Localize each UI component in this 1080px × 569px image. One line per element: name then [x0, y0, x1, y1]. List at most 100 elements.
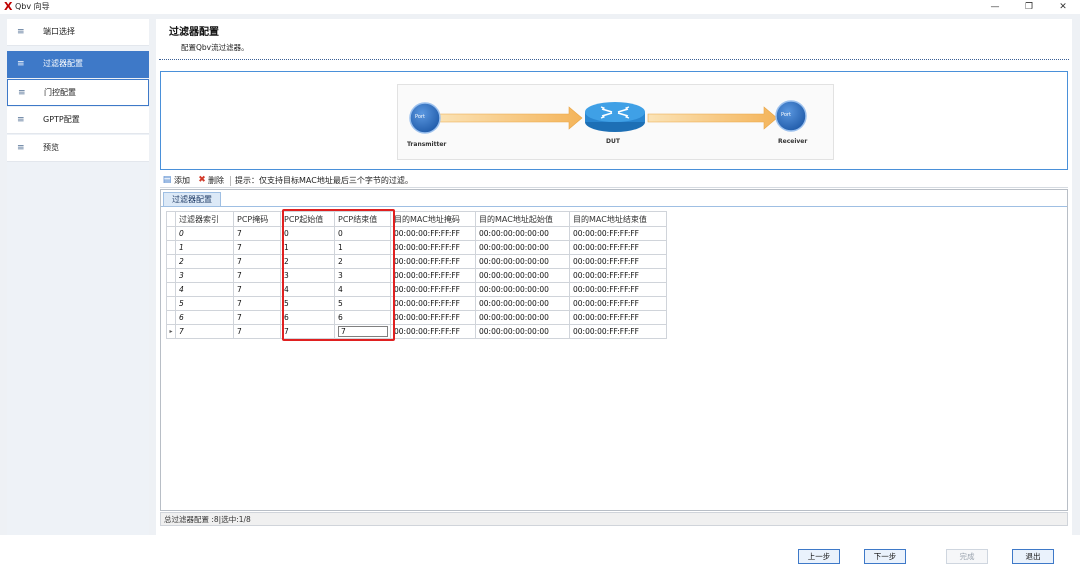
table-cell[interactable]: 1 — [175, 240, 234, 255]
row-header[interactable] — [166, 296, 176, 311]
table-row[interactable]: 2 7 2 2 00:00:00:FF:FF:FF 00:00:00:00:00… — [166, 254, 667, 269]
table-cell[interactable]: 00:00:00:FF:FF:FF — [569, 254, 667, 269]
table-cell[interactable]: 00:00:00:FF:FF:FF — [390, 268, 476, 283]
table-cell[interactable]: 7 — [175, 324, 234, 339]
row-header[interactable] — [166, 254, 176, 269]
row-header[interactable] — [166, 268, 176, 283]
table-cell[interactable]: 6 — [280, 310, 335, 325]
table-row[interactable]: 6 7 6 6 00:00:00:FF:FF:FF 00:00:00:00:00… — [166, 310, 667, 325]
row-header[interactable] — [166, 310, 176, 325]
table-cell[interactable]: 4 — [175, 282, 234, 297]
column-header[interactable]: 过滤器索引 — [175, 211, 234, 227]
next-button[interactable]: 下一步 — [864, 549, 906, 564]
table-cell-editing[interactable]: 7 — [334, 324, 391, 339]
table-row[interactable]: 0 7 0 0 00:00:00:FF:FF:FF 00:00:00:00:00… — [166, 226, 667, 241]
table-cell[interactable]: 00:00:00:FF:FF:FF — [390, 296, 476, 311]
cell-editor[interactable]: 7 — [338, 326, 388, 337]
sidebar-item-gate-config[interactable]: ≡ 门控配置 — [7, 79, 149, 106]
exit-button[interactable]: 退出 — [1012, 549, 1054, 564]
row-header[interactable] — [166, 282, 176, 297]
table-cell[interactable]: 0 — [334, 226, 391, 241]
table-cell[interactable]: 4 — [334, 282, 391, 297]
table-cell[interactable]: 00:00:00:00:00:00 — [475, 268, 570, 283]
table-cell[interactable]: 7 — [233, 226, 281, 241]
table-row[interactable]: 1 7 1 1 00:00:00:FF:FF:FF 00:00:00:00:00… — [166, 240, 667, 255]
table-cell[interactable]: 7 — [233, 268, 281, 283]
sidebar-item-label: 端口选择 — [43, 27, 75, 36]
table-row[interactable]: 3 7 3 3 00:00:00:FF:FF:FF 00:00:00:00:00… — [166, 268, 667, 283]
table-cell[interactable]: 00:00:00:00:00:00 — [475, 296, 570, 311]
minimize-button[interactable]: — — [984, 0, 1006, 14]
table-cell[interactable]: 5 — [175, 296, 234, 311]
table-row[interactable]: 5 7 5 5 00:00:00:FF:FF:FF 00:00:00:00:00… — [166, 296, 667, 311]
table-cell[interactable]: 3 — [175, 268, 234, 283]
table-cell[interactable]: 00:00:00:00:00:00 — [475, 282, 570, 297]
table-cell[interactable]: 00:00:00:FF:FF:FF — [390, 310, 476, 325]
column-header[interactable]: PCP结束值 — [334, 211, 391, 227]
table-cell[interactable]: 7 — [233, 296, 281, 311]
table-cell[interactable]: 3 — [334, 268, 391, 283]
restore-button[interactable]: ❐ — [1018, 0, 1040, 14]
table-cell[interactable]: 7 — [233, 240, 281, 255]
tab-filter-config[interactable]: 过滤器配置 — [163, 192, 221, 206]
table-cell[interactable]: 2 — [280, 254, 335, 269]
table-cell[interactable]: 7 — [233, 254, 281, 269]
column-header[interactable]: 目的MAC地址掩码 — [390, 211, 476, 227]
table-cell[interactable]: 0 — [175, 226, 234, 241]
topology-panel: Port Port Transmitter DUT Receiver — [160, 71, 1068, 170]
header-divider — [159, 59, 1069, 60]
column-header[interactable]: PCP起始值 — [280, 211, 335, 227]
list-icon: ≡ — [17, 143, 25, 153]
sidebar-item-preview[interactable]: ≡ 预览 — [7, 135, 149, 162]
table-cell[interactable]: 7 — [280, 324, 335, 339]
current-row-indicator[interactable]: ▸ — [166, 324, 176, 339]
table-cell[interactable]: 2 — [334, 254, 391, 269]
sidebar-item-port-select[interactable]: ≡ 端口选择 — [7, 19, 149, 46]
table-cell[interactable]: 00:00:00:FF:FF:FF — [569, 296, 667, 311]
sidebar-item-gptp-config[interactable]: ≡ GPTP配置 — [7, 107, 149, 134]
sidebar-item-filter-config[interactable]: ≡ 过滤器配置 — [7, 51, 149, 78]
table-cell[interactable]: 1 — [334, 240, 391, 255]
table-cell[interactable]: 7 — [233, 282, 281, 297]
table-cell[interactable]: 00:00:00:00:00:00 — [475, 240, 570, 255]
table-cell[interactable]: 00:00:00:FF:FF:FF — [390, 226, 476, 241]
table-cell[interactable]: 00:00:00:00:00:00 — [475, 254, 570, 269]
table-cell[interactable]: 00:00:00:00:00:00 — [475, 310, 570, 325]
column-header[interactable]: 目的MAC地址起始值 — [475, 211, 570, 227]
table-cell[interactable]: 6 — [175, 310, 234, 325]
table-cell[interactable]: 00:00:00:FF:FF:FF — [390, 240, 476, 255]
table-cell[interactable]: 0 — [280, 226, 335, 241]
add-button[interactable]: 添加 — [174, 176, 190, 186]
column-header[interactable]: 目的MAC地址结束值 — [569, 211, 667, 227]
table-cell[interactable]: 00:00:00:FF:FF:FF — [390, 324, 476, 339]
close-button[interactable]: ✕ — [1052, 0, 1074, 14]
table-cell[interactable]: 00:00:00:FF:FF:FF — [390, 282, 476, 297]
prev-button[interactable]: 上一步 — [798, 549, 840, 564]
table-cell[interactable]: 00:00:00:FF:FF:FF — [390, 254, 476, 269]
table-cell[interactable]: 00:00:00:FF:FF:FF — [569, 310, 667, 325]
table-cell[interactable]: 1 — [280, 240, 335, 255]
table-cell[interactable]: 6 — [334, 310, 391, 325]
column-header[interactable]: PCP掩码 — [233, 211, 281, 227]
left-port-label: Port — [415, 114, 425, 120]
table-cell[interactable]: 00:00:00:FF:FF:FF — [569, 324, 667, 339]
table-cell[interactable]: 7 — [233, 324, 281, 339]
table-row[interactable]: 4 7 4 4 00:00:00:FF:FF:FF 00:00:00:00:00… — [166, 282, 667, 297]
table-cell[interactable]: 00:00:00:00:00:00 — [475, 324, 570, 339]
table-cell[interactable]: 2 — [175, 254, 234, 269]
table-cell[interactable]: 00:00:00:FF:FF:FF — [569, 268, 667, 283]
table-cell[interactable]: 00:00:00:FF:FF:FF — [569, 226, 667, 241]
row-header[interactable] — [166, 240, 176, 255]
row-header[interactable] — [166, 226, 176, 241]
table-cell[interactable]: 00:00:00:00:00:00 — [475, 226, 570, 241]
table-cell[interactable]: 3 — [280, 268, 335, 283]
table-row-current[interactable]: ▸ 7 7 7 7 00:00:00:FF:FF:FF 00:00:00:00:… — [166, 324, 667, 339]
table-cell[interactable]: 00:00:00:FF:FF:FF — [569, 282, 667, 297]
table-cell[interactable]: 5 — [280, 296, 335, 311]
table-cell[interactable]: 7 — [233, 310, 281, 325]
table-cell[interactable]: 00:00:00:FF:FF:FF — [569, 240, 667, 255]
finish-button[interactable]: 完成 — [946, 549, 988, 564]
table-cell[interactable]: 5 — [334, 296, 391, 311]
delete-button[interactable]: 删除 — [208, 176, 224, 186]
table-cell[interactable]: 4 — [280, 282, 335, 297]
